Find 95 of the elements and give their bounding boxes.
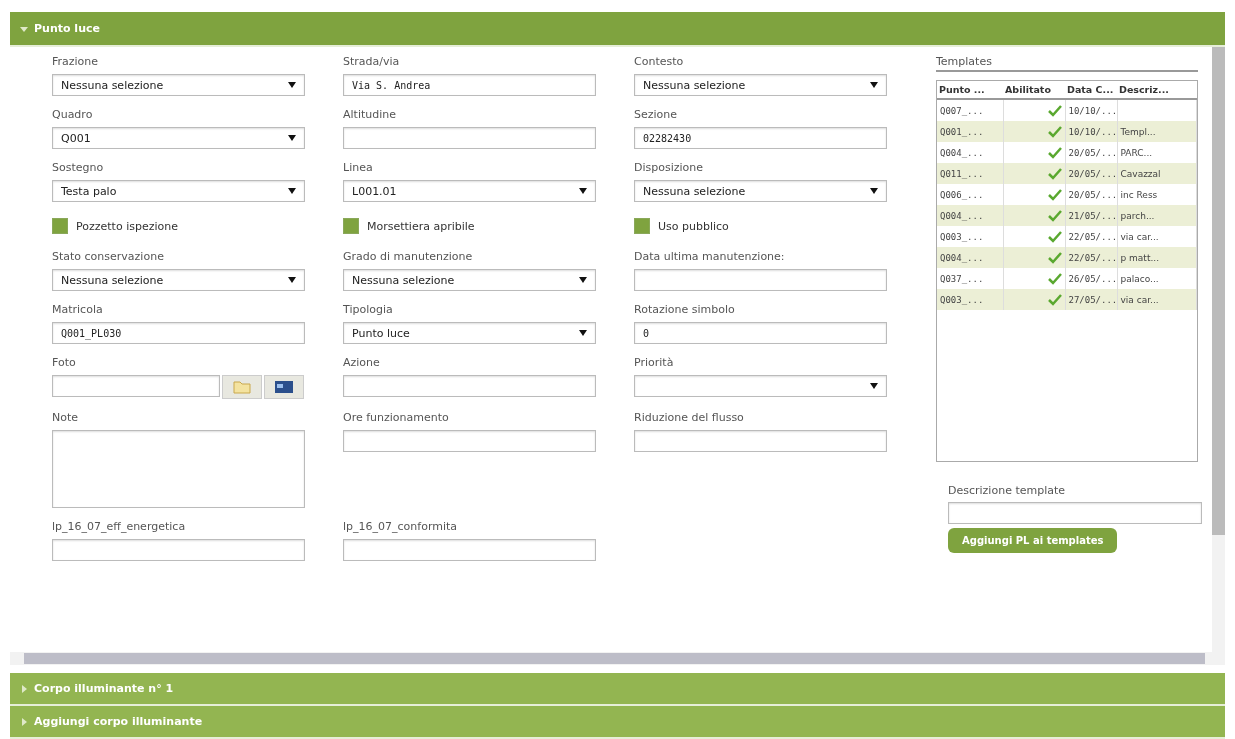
input-field[interactable] xyxy=(634,269,887,291)
section-title: Corpo illuminante n° 1 xyxy=(34,682,174,695)
dropdown-field[interactable]: Nessuna selezione xyxy=(343,269,596,291)
dropdown-caret-icon xyxy=(288,188,296,194)
column-header[interactable]: Abilitato xyxy=(1003,81,1065,99)
field-label: Tipologia xyxy=(343,303,394,318)
section-title: Punto luce xyxy=(34,22,100,35)
field-label: Descrizione template xyxy=(948,484,1067,497)
input-field[interactable]: Q001_PL030 xyxy=(52,322,305,344)
field-label: Note xyxy=(52,411,80,426)
input-field[interactable] xyxy=(343,539,596,561)
file-path-field[interactable] xyxy=(52,375,220,397)
field-label: Grado di manutenzione xyxy=(343,250,474,265)
field-label: Data ultima manutenzione: xyxy=(634,250,786,265)
field-label: Frazione xyxy=(52,55,100,70)
field-label: Strada/via xyxy=(343,55,401,70)
field-label: Foto xyxy=(52,356,77,371)
dropdown-caret-icon xyxy=(288,135,296,141)
table-cell: Q003_... xyxy=(937,289,1003,310)
dropdown-field[interactable]: Q001 xyxy=(52,127,305,149)
column-header[interactable]: Descriz... xyxy=(1117,81,1197,99)
column-header[interactable]: Data C... xyxy=(1065,81,1117,99)
table-cell: Templ... xyxy=(1117,121,1197,142)
field-label: Riduzione del flusso xyxy=(634,411,745,426)
input-field[interactable] xyxy=(52,539,305,561)
table-cell: Cavazzal xyxy=(1117,163,1197,184)
dropdown-field[interactable]: Nessuna selezione xyxy=(634,74,887,96)
field-label: Stato conservazione xyxy=(52,250,165,265)
table-cell: Q011_... xyxy=(937,163,1003,184)
dropdown-caret-icon xyxy=(579,330,587,336)
checkbox[interactable] xyxy=(52,218,68,234)
dropdown-caret-icon xyxy=(288,82,296,88)
table-cell: 27/05/... xyxy=(1065,289,1117,310)
section-title: Aggiungi corpo illuminante xyxy=(34,715,203,728)
checkbox-label: Uso pubblico xyxy=(658,219,729,233)
collapse-arrow-icon[interactable] xyxy=(20,24,28,33)
field-label: lp_16_07_conformita xyxy=(343,520,459,535)
textarea-field[interactable] xyxy=(52,430,305,508)
field-label: Quadro xyxy=(52,108,94,123)
dropdown-field[interactable]: Punto luce xyxy=(343,322,596,344)
checkbox-label: Pozzetto ispezione xyxy=(76,219,178,233)
field-label: Matricola xyxy=(52,303,104,318)
field-label: Ore funzionamento xyxy=(343,411,450,426)
field-label: Contesto xyxy=(634,55,685,70)
dropdown-field[interactable]: Nessuna selezione xyxy=(52,74,305,96)
input-field[interactable] xyxy=(634,430,887,452)
expand-arrow-icon[interactable] xyxy=(20,684,28,693)
dropdown-field[interactable]: Nessuna selezione xyxy=(52,269,305,291)
horizontal-scrollbar[interactable] xyxy=(10,652,1225,665)
dropdown-field[interactable]: Testa palo xyxy=(52,180,305,202)
picture-icon xyxy=(274,380,294,394)
input-field[interactable]: 0 xyxy=(634,322,887,344)
dropdown-caret-icon xyxy=(870,383,878,389)
dropdown-caret-icon xyxy=(288,277,296,283)
field-label: Disposizione xyxy=(634,161,705,176)
field-label: Linea xyxy=(343,161,374,176)
upload-button[interactable] xyxy=(264,375,304,399)
checkbox[interactable] xyxy=(343,218,359,234)
field-label: Altitudine xyxy=(343,108,397,123)
dropdown-caret-icon xyxy=(579,277,587,283)
table-cell: 20/05/... xyxy=(1065,163,1117,184)
table-cell: 10/10/... xyxy=(1065,121,1117,142)
dropdown-field[interactable]: L001.01 xyxy=(343,180,596,202)
table-cell: Q001_... xyxy=(937,121,1003,142)
field-label: Rotazione simbolo xyxy=(634,303,736,318)
input-field[interactable] xyxy=(948,502,1202,524)
field-label: Sezione xyxy=(634,108,679,123)
field-label: lp_16_07_eff_energetica xyxy=(52,520,187,535)
input-field[interactable] xyxy=(343,430,596,452)
checkbox-label: Morsettiera apribile xyxy=(367,219,475,233)
table-cell: 21/05/... xyxy=(1065,205,1117,226)
input-field[interactable]: 02282430 xyxy=(634,127,887,149)
table-cell: Q004_... xyxy=(937,205,1003,226)
table-cell: via car... xyxy=(1117,289,1197,310)
dropdown-field[interactable]: Nessuna selezione xyxy=(634,180,887,202)
dropdown-caret-icon xyxy=(579,188,587,194)
field-label: Priorità xyxy=(634,356,675,371)
column-header[interactable]: Punto ... xyxy=(937,81,1003,99)
templates-title: Templates xyxy=(936,55,1198,72)
checkbox[interactable] xyxy=(634,218,650,234)
field-label: Sostegno xyxy=(52,161,105,176)
vertical-scrollbar[interactable] xyxy=(1212,47,1225,652)
dropdown-caret-icon xyxy=(870,82,878,88)
dropdown-field[interactable] xyxy=(634,375,887,397)
input-field[interactable] xyxy=(343,127,596,149)
table-cell: 22/05/... xyxy=(1065,247,1117,268)
table-cell: parch... xyxy=(1117,205,1197,226)
input-field[interactable] xyxy=(343,375,596,397)
field-label: Azione xyxy=(343,356,381,371)
table-cell: Q004_... xyxy=(937,247,1003,268)
table-cell: p matt... xyxy=(1117,247,1197,268)
expand-arrow-icon[interactable] xyxy=(20,717,28,726)
folder-icon xyxy=(233,380,251,394)
dropdown-caret-icon xyxy=(870,188,878,194)
input-field[interactable]: Via S. Andrea xyxy=(343,74,596,96)
